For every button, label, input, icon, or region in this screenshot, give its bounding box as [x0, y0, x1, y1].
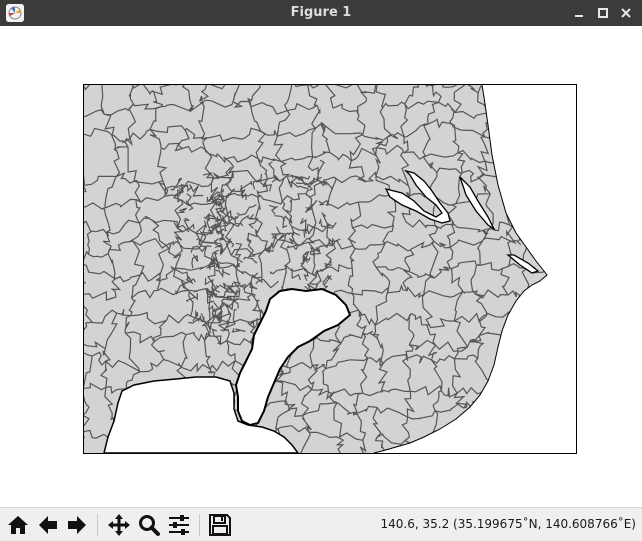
toolbar-separator	[97, 514, 98, 536]
magnifier-icon	[139, 515, 160, 536]
cursor-coordinates: 140.6, 35.2 (35.199675˚N, 140.608766˚E)	[380, 517, 637, 531]
zoom-button[interactable]	[136, 512, 162, 538]
minimize-button[interactable]	[570, 4, 588, 22]
forward-button[interactable]	[64, 512, 90, 538]
title-bar[interactable]: Figure 1	[0, 0, 642, 26]
figure-canvas[interactable]	[0, 26, 642, 507]
sliders-icon	[169, 515, 189, 535]
home-button[interactable]	[5, 512, 31, 538]
move-icon	[108, 514, 130, 536]
maximize-button[interactable]	[594, 4, 612, 22]
toolbar-separator	[199, 514, 200, 536]
back-button[interactable]	[35, 512, 61, 538]
arrow-right-icon	[68, 516, 86, 534]
close-icon	[621, 8, 631, 18]
configure-subplots-button[interactable]	[166, 512, 192, 538]
home-icon	[8, 516, 28, 534]
navigation-toolbar: 140.6, 35.2 (35.199675˚N, 140.608766˚E)	[0, 507, 642, 541]
figure-window: Figure 1 140.6, 35.2 (35.199675˚N, 140.6…	[0, 0, 642, 541]
floppy-disk-icon	[209, 514, 231, 536]
close-button[interactable]	[617, 4, 635, 22]
boundary-map	[84, 85, 576, 453]
window-title: Figure 1	[290, 5, 352, 20]
arrow-left-icon	[39, 516, 57, 534]
map-axes[interactable]	[83, 84, 577, 454]
save-button[interactable]	[207, 512, 233, 538]
pan-button[interactable]	[106, 512, 132, 538]
minimize-icon	[575, 15, 583, 17]
maximize-icon	[598, 8, 608, 18]
